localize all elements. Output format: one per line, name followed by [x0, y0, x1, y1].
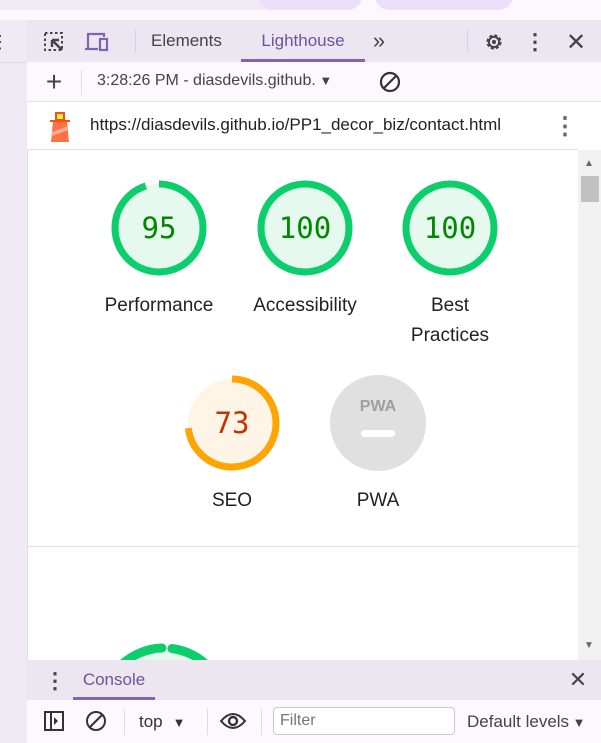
close-drawer-icon[interactable]: ✕: [565, 667, 591, 693]
devtools-toolbar: Elements Lighthouse » ⋮ ✕: [27, 20, 601, 62]
sidebar-toggle-icon[interactable]: [42, 709, 66, 733]
score-label: Accessibility: [253, 295, 357, 316]
drawer-toolbar: ⋮ Console ✕: [27, 660, 601, 700]
live-expression-eye-icon[interactable]: [219, 709, 247, 733]
more-tabs-icon[interactable]: »: [367, 28, 391, 54]
performance-gauge-large: [94, 640, 234, 660]
clear-reports-icon[interactable]: [377, 69, 403, 95]
svg-text:PWA: PWA: [360, 398, 397, 415]
report-select[interactable]: 3:28:26 PM - diasdevils.github. ▼: [97, 72, 332, 90]
report-url[interactable]: https://diasdevils.github.io/PP1_decor_b…: [90, 115, 501, 135]
close-icon[interactable]: ✕: [563, 29, 589, 56]
lighthouse-logo-icon: [47, 108, 73, 144]
log-levels-value: Default levels: [467, 712, 570, 731]
chevron-down-icon: ▼: [172, 715, 186, 730]
more-options-icon[interactable]: ⋮: [524, 29, 546, 55]
chevron-down-icon: ▼: [569, 715, 586, 730]
tab-lighthouse[interactable]: Lighthouse: [241, 20, 365, 62]
device-toolbar-icon[interactable]: [83, 29, 111, 55]
divider: [81, 69, 82, 95]
scrollbar[interactable]: ▲ ▼: [578, 150, 601, 660]
console-filter-input[interactable]: [273, 707, 455, 735]
log-levels-select[interactable]: Default levels ▼: [467, 712, 586, 732]
score-label: SEO: [211, 490, 253, 511]
divider: [124, 709, 125, 735]
score-label: Best Practices: [410, 295, 490, 346]
lighthouse-report-bar: + 3:28:26 PM - diasdevils.github. ▼: [27, 62, 601, 102]
browser-tab[interactable]: [258, 0, 362, 10]
drawer-menu-icon[interactable]: ⋮: [44, 668, 66, 694]
svg-text:100: 100: [279, 211, 331, 245]
clear-console-icon[interactable]: [84, 709, 108, 733]
inspect-element-icon[interactable]: [41, 29, 67, 55]
score-gauge-pwa[interactable]: PWA: [328, 373, 428, 473]
scroll-up-icon[interactable]: ▲: [584, 158, 594, 169]
more-icon[interactable]: ⋮: [0, 30, 9, 54]
score-gauge-best-practices[interactable]: 100: [400, 178, 500, 278]
report-select-value: 3:28:26 PM - diasdevils.github.: [97, 72, 316, 89]
svg-text:73: 73: [215, 406, 250, 440]
browser-tab[interactable]: [375, 0, 513, 10]
score-label: PWA: [356, 490, 400, 511]
scrollbar-thumb[interactable]: [581, 176, 599, 202]
svg-text:100: 100: [424, 211, 476, 245]
context-value: top: [139, 712, 163, 731]
tab-elements[interactable]: Elements: [151, 20, 227, 62]
score-gauge-performance[interactable]: 95: [109, 178, 209, 278]
score-label: Performance: [104, 295, 214, 316]
page-area: ⋮: [0, 20, 27, 743]
new-report-plus-icon[interactable]: +: [41, 66, 67, 97]
divider: [207, 709, 208, 735]
divider: [27, 546, 578, 547]
report-url-bar: https://diasdevils.github.io/PP1_decor_b…: [27, 102, 578, 150]
tab-console[interactable]: Console: [73, 660, 155, 700]
settings-gear-icon[interactable]: [481, 29, 507, 55]
divider: [135, 30, 136, 52]
context-select[interactable]: top ▼: [139, 712, 186, 732]
svg-text:95: 95: [142, 211, 177, 245]
report-menu-icon[interactable]: ⋮: [553, 112, 577, 140]
score-gauge-seo[interactable]: 73: [182, 373, 282, 473]
scroll-down-icon[interactable]: ▼: [584, 640, 594, 651]
divider: [261, 709, 262, 735]
score-gauge-accessibility[interactable]: 100: [255, 178, 355, 278]
divider: [467, 30, 468, 52]
chevron-down-icon: ▼: [315, 73, 333, 88]
divider: [0, 62, 27, 63]
